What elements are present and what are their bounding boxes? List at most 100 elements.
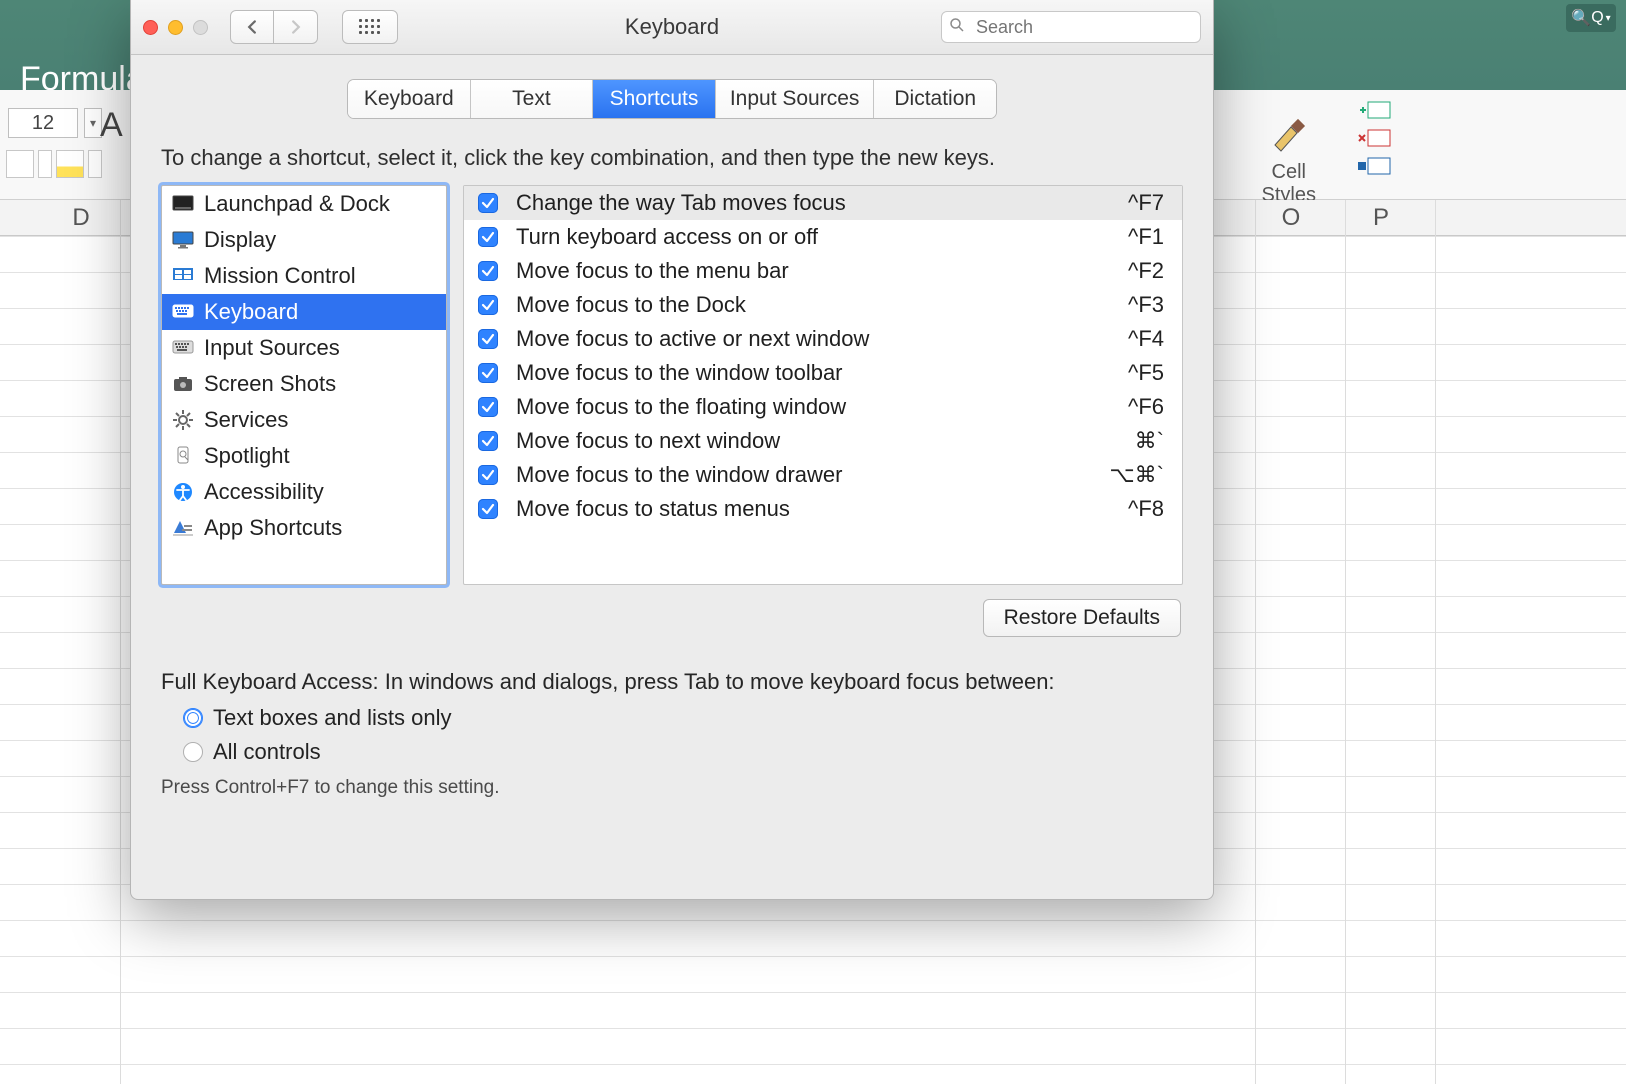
column-header-d[interactable]: D bbox=[36, 204, 126, 232]
shortcut-label: Move focus to next window bbox=[516, 428, 1117, 454]
font-color-button[interactable]: A bbox=[100, 106, 123, 145]
category-label: Mission Control bbox=[204, 263, 356, 289]
category-input-sources[interactable]: Input Sources bbox=[162, 330, 446, 366]
category-label: Display bbox=[204, 227, 276, 253]
column-separator bbox=[1255, 200, 1256, 1084]
shortcut-key[interactable]: ^F6 bbox=[1128, 394, 1164, 420]
shortcut-checkbox[interactable] bbox=[478, 227, 498, 247]
full-keyboard-access-label: Full Keyboard Access: In windows and dia… bbox=[161, 669, 1183, 695]
shortcut-checkbox[interactable] bbox=[478, 363, 498, 383]
category-label: Input Sources bbox=[204, 335, 340, 361]
fka-radio-text-boxes-and-lists-only[interactable]: Text boxes and lists only bbox=[183, 705, 1183, 731]
shortcut-checkbox[interactable] bbox=[478, 499, 498, 519]
tab-input-sources[interactable]: Input Sources bbox=[716, 80, 875, 118]
category-accessibility[interactable]: Accessibility bbox=[162, 474, 446, 510]
search-field-wrap bbox=[941, 11, 1201, 43]
shortcut-list[interactable]: Change the way Tab moves focus ^F7 Turn ke… bbox=[463, 185, 1183, 585]
shortcut-checkbox[interactable] bbox=[478, 295, 498, 315]
shortcut-row[interactable]: Move focus to the menu bar^F2 bbox=[464, 254, 1182, 288]
category-screen-shots[interactable]: Screen Shots bbox=[162, 366, 446, 402]
shortcut-label: Move focus to the floating window bbox=[516, 394, 1110, 420]
instruction-text: To change a shortcut, select it, click t… bbox=[161, 145, 1183, 171]
shortcut-row[interactable]: Change the way Tab moves focus ^F7 bbox=[464, 186, 1182, 220]
radio-dot bbox=[183, 742, 203, 762]
minimize-window-button[interactable] bbox=[168, 20, 183, 35]
shortcut-checkbox[interactable] bbox=[478, 431, 498, 451]
category-launchpad-dock[interactable]: Launchpad & Dock bbox=[162, 186, 446, 222]
delete-row-icon[interactable] bbox=[1356, 128, 1396, 150]
shortcut-checkbox[interactable] bbox=[478, 329, 498, 349]
brush-icon bbox=[1269, 115, 1309, 155]
shortcut-key[interactable]: ^F4 bbox=[1128, 326, 1164, 352]
shortcut-key[interactable]: ^F5 bbox=[1128, 360, 1164, 386]
fill-color-button[interactable] bbox=[56, 150, 84, 178]
keyboard-preferences-window: Keyboard KeyboardTextShortcutsInput Sour… bbox=[130, 0, 1214, 900]
keyboard-icon bbox=[172, 338, 194, 358]
fka-radio-all-controls[interactable]: All controls bbox=[183, 739, 1183, 765]
keyboard-icon bbox=[172, 302, 194, 322]
shortcut-row[interactable]: Turn keyboard access on or off^F1 bbox=[464, 220, 1182, 254]
shortcut-label: Move focus to active or next window bbox=[516, 326, 1110, 352]
cell-styles-button[interactable]: Cell Styles bbox=[1262, 115, 1316, 207]
shortcut-label: Change the way Tab moves focus bbox=[516, 190, 1110, 216]
shortcut-row[interactable]: Move focus to the Dock^F3 bbox=[464, 288, 1182, 322]
shortcut-label: Move focus to the window drawer bbox=[516, 462, 1091, 488]
shortcut-checkbox[interactable] bbox=[478, 193, 498, 213]
category-list[interactable]: Launchpad & Dock Display Mission Control Ke… bbox=[161, 185, 447, 585]
shortcut-key[interactable]: ^F1 bbox=[1128, 224, 1164, 250]
pane-resize-handle[interactable] bbox=[463, 366, 466, 386]
show-all-button[interactable] bbox=[342, 10, 398, 44]
chevron-down-icon[interactable] bbox=[38, 150, 52, 178]
chevron-down-icon[interactable] bbox=[88, 150, 102, 178]
nav-back-forward bbox=[230, 10, 318, 44]
insert-row-icon[interactable] bbox=[1356, 100, 1396, 122]
column-header-o[interactable]: O bbox=[1256, 204, 1326, 232]
search-icon: 🔍 bbox=[1571, 8, 1591, 28]
zoom-window-button[interactable] bbox=[193, 20, 208, 35]
category-label: Spotlight bbox=[204, 443, 290, 469]
category-spotlight[interactable]: Spotlight bbox=[162, 438, 446, 474]
launchpad-icon bbox=[172, 194, 194, 214]
shortcut-key[interactable]: ^F3 bbox=[1128, 292, 1164, 318]
shortcut-row[interactable]: Move focus to next window ⌘` bbox=[464, 424, 1182, 458]
chevron-down-icon: ▾ bbox=[1606, 13, 1611, 24]
tab-shortcuts[interactable]: Shortcuts bbox=[593, 80, 716, 118]
radio-dot bbox=[183, 708, 203, 728]
shortcut-row[interactable]: Move focus to the floating window ^F6 bbox=[464, 390, 1182, 424]
tab-text[interactable]: Text bbox=[471, 80, 594, 118]
shortcut-key[interactable]: ^F2 bbox=[1128, 258, 1164, 284]
font-size-control[interactable]: 12 ▾ bbox=[8, 108, 102, 138]
shortcut-label: Move focus to status menus bbox=[516, 496, 1110, 522]
back-button[interactable] bbox=[230, 10, 274, 44]
shortcut-checkbox[interactable] bbox=[478, 397, 498, 417]
close-window-button[interactable] bbox=[143, 20, 158, 35]
shortcut-key[interactable]: ^F7 bbox=[1128, 190, 1164, 216]
shortcut-row[interactable]: Move focus to the window drawer ⌥⌘` bbox=[464, 458, 1182, 492]
shortcut-checkbox[interactable] bbox=[478, 465, 498, 485]
border-button[interactable] bbox=[6, 150, 34, 178]
excel-search-button[interactable]: 🔍 Q ▾ bbox=[1566, 4, 1616, 32]
category-keyboard[interactable]: Keyboard bbox=[162, 294, 446, 330]
category-services[interactable]: Services bbox=[162, 402, 446, 438]
category-app-shortcuts[interactable]: App Shortcuts bbox=[162, 510, 446, 546]
tab-keyboard[interactable]: Keyboard bbox=[348, 80, 471, 118]
tab-dictation[interactable]: Dictation bbox=[874, 80, 996, 118]
shortcut-key[interactable]: ^F8 bbox=[1128, 496, 1164, 522]
shortcut-checkbox[interactable] bbox=[478, 261, 498, 281]
accessibility-icon bbox=[172, 482, 194, 502]
shortcut-key[interactable]: ⌘` bbox=[1135, 428, 1164, 454]
shortcut-row[interactable]: Move focus to status menus ^F8 bbox=[464, 492, 1182, 526]
column-header-p[interactable]: P bbox=[1346, 204, 1416, 232]
format-icon[interactable] bbox=[1356, 156, 1396, 178]
shortcut-key[interactable]: ⌥⌘` bbox=[1109, 462, 1164, 488]
radio-label: All controls bbox=[213, 739, 321, 765]
font-size-value[interactable]: 12 bbox=[8, 108, 78, 138]
grid-icon bbox=[359, 19, 381, 35]
shortcut-row[interactable]: Move focus to active or next window ^F4 bbox=[464, 322, 1182, 356]
category-display[interactable]: Display bbox=[162, 222, 446, 258]
forward-button[interactable] bbox=[274, 10, 318, 44]
shortcut-row[interactable]: Move focus to the window toolbar^F5 bbox=[464, 356, 1182, 390]
search-input[interactable] bbox=[941, 11, 1201, 43]
category-mission-control[interactable]: Mission Control bbox=[162, 258, 446, 294]
restore-defaults-button[interactable]: Restore Defaults bbox=[983, 599, 1181, 637]
